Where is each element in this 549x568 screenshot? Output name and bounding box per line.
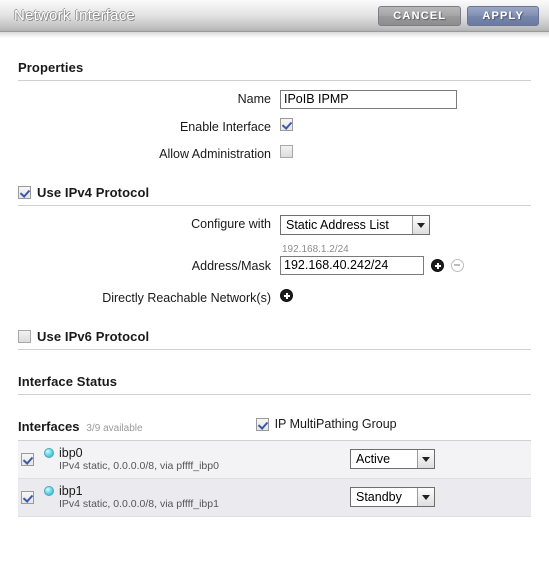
- interfaces-available-count: 3/9 available: [86, 422, 143, 434]
- chevron-down-icon: [417, 450, 434, 468]
- interfaces-label: Interfaces: [18, 418, 80, 434]
- ipmp-group-checkbox[interactable]: [255, 417, 269, 431]
- status-dot-icon: [44, 447, 54, 458]
- interface-row-detail: IPv4 static, 0.0.0.0/8, via pffff_ibp1: [59, 497, 219, 510]
- interface-row-info: ibp0 IPv4 static, 0.0.0.0/8, via pffff_i…: [44, 446, 350, 473]
- ipv4-divider: [18, 205, 531, 206]
- configure-with-value: Static Address List: [286, 218, 389, 232]
- allow-admin-control: [280, 145, 531, 158]
- ipmp-group-label: IP MultiPathing Group: [274, 417, 397, 431]
- interface-role-value: Standby: [356, 490, 402, 504]
- reachable-networks-control: [280, 289, 531, 302]
- bottom-spacer: [18, 517, 531, 557]
- configure-with-select[interactable]: Static Address List: [280, 215, 430, 235]
- address-mask-input-group: [280, 256, 464, 275]
- name-control: [280, 90, 531, 109]
- allow-admin-row: Allow Administration: [18, 145, 531, 163]
- interface-row-name-line: ibp0: [44, 446, 350, 460]
- address-mask-hint: 192.168.1.2/24: [282, 244, 349, 255]
- add-reachable-network-icon[interactable]: [280, 289, 293, 302]
- interfaces-list: ibp0 IPv4 static, 0.0.0.0/8, via pffff_i…: [18, 439, 531, 517]
- add-address-icon[interactable]: [431, 259, 444, 272]
- interface-row-role-control: Standby: [350, 487, 435, 507]
- address-mask-label: Address/Mask: [191, 259, 271, 273]
- reachable-networks-label: Directly Reachable Network(s): [102, 291, 271, 305]
- interface-row-checkbox[interactable]: [21, 490, 34, 504]
- allow-admin-checkbox[interactable]: [280, 145, 293, 158]
- interface-role-value: Active: [356, 452, 391, 466]
- page-body: Properties Name Enable Interface Allow A…: [0, 38, 549, 557]
- reachable-networks-row: Directly Reachable Network(s): [18, 289, 531, 307]
- interface-row-name-line: ibp1: [44, 484, 350, 498]
- interface-row-info: ibp1 IPv4 static, 0.0.0.0/8, via pffff_i…: [44, 484, 350, 511]
- use-ipv6-checkbox[interactable]: [18, 330, 31, 343]
- ipv6-heading-row: Use IPv6 Protocol: [18, 307, 531, 349]
- ipv6-divider: [18, 349, 531, 350]
- configure-with-control: Static Address List: [280, 215, 531, 235]
- enable-interface-control: [280, 118, 531, 131]
- window-titlebar: Network Interface CANCEL APPLY: [0, 0, 549, 32]
- interface-row-name: ibp1: [59, 483, 83, 498]
- interface-row-checkbox[interactable]: [21, 452, 34, 466]
- allow-admin-label: Allow Administration: [159, 147, 271, 161]
- interface-row-role-control: Active: [350, 449, 435, 469]
- address-mask-input[interactable]: [280, 256, 424, 275]
- interface-row-detail: IPv4 static, 0.0.0.0/8, via pffff_ibp0: [59, 459, 219, 472]
- page-title: Network Interface: [14, 7, 135, 24]
- interface-status-heading: Interface Status: [18, 374, 118, 389]
- configure-with-row: Configure with Static Address List: [18, 215, 531, 235]
- address-mask-row: Address/Mask 192.168.1.2/24: [18, 244, 531, 275]
- address-mask-control: 192.168.1.2/24: [280, 244, 531, 275]
- interface-status-divider: [18, 394, 531, 395]
- ipv4-heading: Use IPv4 Protocol: [37, 185, 150, 200]
- ipmp-group-control: IP MultiPathing Group: [255, 417, 397, 431]
- enable-interface-label: Enable Interface: [179, 120, 271, 134]
- interface-role-select[interactable]: Active: [350, 449, 435, 469]
- interface-role-select[interactable]: Standby: [350, 487, 435, 507]
- properties-heading: Properties: [18, 60, 84, 75]
- name-label: Name: [237, 92, 271, 106]
- configure-with-label: Configure with: [191, 217, 271, 231]
- remove-address-icon: [451, 259, 464, 272]
- apply-button[interactable]: APPLY: [467, 6, 539, 26]
- interface-row-name: ibp0: [59, 445, 83, 460]
- ipv6-heading: Use IPv6 Protocol: [37, 329, 150, 344]
- status-dot-icon: [44, 485, 54, 496]
- chevron-down-icon: [417, 488, 434, 506]
- ipv4-heading-row: Use IPv4 Protocol: [18, 163, 531, 205]
- name-row: Name: [18, 90, 531, 109]
- enable-interface-row: Enable Interface: [18, 118, 531, 136]
- table-row[interactable]: ibp1 IPv4 static, 0.0.0.0/8, via pffff_i…: [18, 478, 531, 517]
- name-input[interactable]: [280, 90, 457, 109]
- properties-divider: [18, 80, 531, 81]
- chevron-down-icon: [412, 216, 429, 234]
- enable-interface-checkbox[interactable]: [280, 118, 293, 131]
- cancel-button[interactable]: CANCEL: [378, 6, 462, 26]
- interfaces-header: Interfaces 3/9 available IP MultiPathing…: [18, 397, 531, 440]
- use-ipv4-checkbox[interactable]: [18, 186, 31, 199]
- titlebar-actions: CANCEL APPLY: [378, 6, 539, 26]
- table-row[interactable]: ibp0 IPv4 static, 0.0.0.0/8, via pffff_i…: [18, 440, 531, 479]
